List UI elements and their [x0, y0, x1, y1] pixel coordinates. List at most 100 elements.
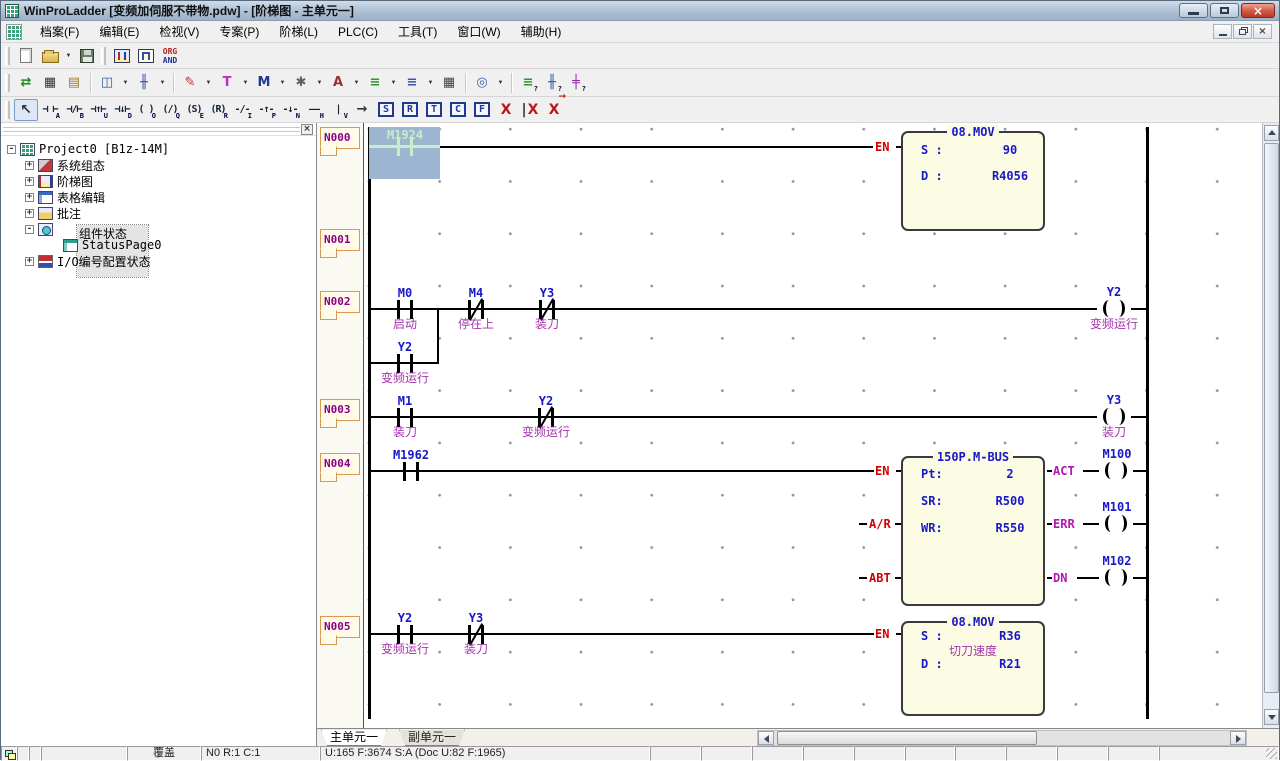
- menu-help[interactable]: 辅助(H): [511, 21, 572, 42]
- coil-address[interactable]: Y2: [1107, 285, 1121, 299]
- menu-project[interactable]: 专案(P): [209, 21, 269, 42]
- open-file-dropdown[interactable]: ▼: [62, 45, 75, 67]
- edit-mode-dropdown[interactable]: ▼: [202, 72, 215, 94]
- gear-dropdown[interactable]: ▼: [313, 72, 326, 94]
- address-book-button[interactable]: ▤: [62, 72, 86, 94]
- tool-contact-rising[interactable]: ⊣↑⊢U: [86, 99, 110, 121]
- network-label-n005[interactable]: N005: [320, 616, 360, 638]
- horizontal-scrollbar[interactable]: [757, 730, 1247, 746]
- output-coil-m100[interactable]: [1099, 461, 1133, 481]
- abort-run-dropdown[interactable]: ▼: [350, 72, 363, 94]
- tab-sub-unit[interactable]: 副单元一: [399, 729, 465, 746]
- network-label-n003[interactable]: N003: [320, 399, 360, 421]
- param-value[interactable]: R21: [999, 657, 1021, 671]
- delete-row-button[interactable]: X→: [542, 99, 566, 121]
- contact-no-m1924[interactable]: [392, 137, 418, 156]
- param-value[interactable]: R36: [999, 629, 1021, 643]
- toolbar-grip[interactable]: [5, 47, 10, 65]
- tool-coil[interactable]: ( )O: [134, 99, 158, 121]
- tool-contact-no[interactable]: ⊣ ⊢A: [38, 99, 62, 121]
- edit-mode-button[interactable]: ✎: [178, 72, 202, 94]
- tree-item-label[interactable]: 表格编辑: [57, 189, 105, 206]
- tree-item-comments[interactable]: + 批注: [25, 205, 81, 221]
- tool-timer[interactable]: T: [422, 99, 446, 121]
- pointer-tool-button[interactable]: ↖: [14, 99, 38, 121]
- abort-run-button[interactable]: A: [326, 72, 350, 94]
- ladder-window-button[interactable]: [110, 45, 134, 67]
- text-monitor-button[interactable]: T: [215, 72, 239, 94]
- statusbar-resize-grip[interactable]: [1159, 746, 1279, 761]
- tool-contact-falling[interactable]: ⊣↓⊢D: [110, 99, 134, 121]
- ladder-edit-dropdown[interactable]: ▼: [156, 72, 169, 94]
- menu-file[interactable]: 档案(F): [30, 21, 89, 42]
- param-value[interactable]: R4056: [992, 169, 1028, 183]
- tool-rising-pulse[interactable]: -↑-P: [254, 99, 278, 121]
- calculator-button[interactable]: ▦: [437, 72, 461, 94]
- param-value[interactable]: R550: [996, 521, 1025, 535]
- scroll-down-button[interactable]: [1264, 709, 1279, 725]
- tree-item-label[interactable]: StatusPage0: [82, 238, 161, 252]
- collapse-expander[interactable]: -: [25, 225, 34, 234]
- tool-vline[interactable]: |V: [326, 99, 350, 121]
- tree-item-system-config[interactable]: + 系统组态: [25, 157, 105, 173]
- run-monitor-button[interactable]: M: [252, 72, 276, 94]
- save-button[interactable]: [75, 45, 99, 67]
- contact-no-m1962[interactable]: [398, 462, 424, 481]
- collapse-expander[interactable]: -: [7, 145, 16, 154]
- tree-item-ladder-diagram[interactable]: + 阶梯图: [25, 173, 93, 189]
- menu-ladder[interactable]: 阶梯(L): [269, 21, 328, 42]
- menu-tools[interactable]: 工具(T): [388, 21, 447, 42]
- contact-address[interactable]: Y2: [398, 340, 412, 354]
- expand-expander[interactable]: +: [25, 161, 34, 170]
- delete-element-button[interactable]: X: [494, 99, 518, 121]
- minimize-button[interactable]: [1179, 3, 1208, 18]
- tree-close-button[interactable]: ×: [301, 124, 313, 135]
- tool-coil-reset[interactable]: (R)R: [206, 99, 230, 121]
- function-block-mbus[interactable]: 150P.M-BUS Pt:2 SR:R500 WR:R550: [901, 456, 1045, 606]
- tool-arrow[interactable]: →: [350, 99, 374, 121]
- scroll-left-button[interactable]: [758, 731, 774, 745]
- tree-item-label[interactable]: I/O编号配置状态: [57, 253, 151, 270]
- tree-item-label[interactable]: 阶梯图: [57, 173, 93, 190]
- delete-column-button[interactable]: |X: [518, 99, 542, 121]
- expand-expander[interactable]: +: [25, 193, 34, 202]
- coil-address[interactable]: M102: [1103, 554, 1132, 568]
- ladder-page-button[interactable]: [134, 45, 158, 67]
- org-and-button[interactable]: ORG AND: [158, 45, 182, 67]
- function-block-mov[interactable]: 08.MOV S :90 D :R4056: [901, 131, 1045, 231]
- tree-root-label[interactable]: Project0 [B1z-14M]: [39, 142, 169, 156]
- tree-root[interactable]: - Project0 [B1z-14M]: [7, 141, 169, 157]
- contact-address[interactable]: M0: [398, 286, 412, 300]
- doc-minimize-button[interactable]: [1213, 24, 1232, 39]
- tool-contact-nc[interactable]: ⊣/⊢B: [62, 99, 86, 121]
- status-list-dropdown[interactable]: ▼: [387, 72, 400, 94]
- doc-close-button[interactable]: ×: [1253, 24, 1272, 39]
- tool-hline[interactable]: ——H: [302, 99, 326, 121]
- network-label-n002[interactable]: N002: [320, 291, 360, 313]
- expand-expander[interactable]: +: [25, 257, 34, 266]
- coil-address[interactable]: M100: [1103, 447, 1132, 461]
- new-file-button[interactable]: [14, 45, 38, 67]
- network-label-n001[interactable]: N001: [320, 229, 360, 251]
- function-block-mov2[interactable]: 08.MOV S :R36 切刀速度 D :R21: [901, 621, 1045, 716]
- tool-relay[interactable]: R: [398, 99, 422, 121]
- tool-invert[interactable]: -/-I: [230, 99, 254, 121]
- param-value[interactable]: R500: [996, 494, 1025, 508]
- document-icon[interactable]: [6, 24, 22, 40]
- monitor-list-dropdown[interactable]: ▼: [424, 72, 437, 94]
- gear-button[interactable]: ✱: [289, 72, 313, 94]
- tool-step[interactable]: S: [374, 99, 398, 121]
- doc-restore-button[interactable]: [1233, 24, 1252, 39]
- coil-address[interactable]: Y3: [1107, 393, 1121, 407]
- horizontal-scroll-thumb[interactable]: [777, 731, 1037, 745]
- maximize-button[interactable]: [1210, 3, 1239, 18]
- vertical-scroll-thumb[interactable]: [1264, 143, 1279, 693]
- contact-address[interactable]: M1: [398, 394, 412, 408]
- vertical-scrollbar[interactable]: [1262, 123, 1279, 728]
- menu-view[interactable]: 检视(V): [149, 21, 209, 42]
- param-value[interactable]: 90: [1003, 143, 1017, 157]
- status-help-button[interactable]: ≡?: [516, 72, 540, 94]
- monitor-list-button[interactable]: ≡: [400, 72, 424, 94]
- output-coil-m102[interactable]: [1099, 568, 1133, 588]
- find-dropdown[interactable]: ▼: [494, 72, 507, 94]
